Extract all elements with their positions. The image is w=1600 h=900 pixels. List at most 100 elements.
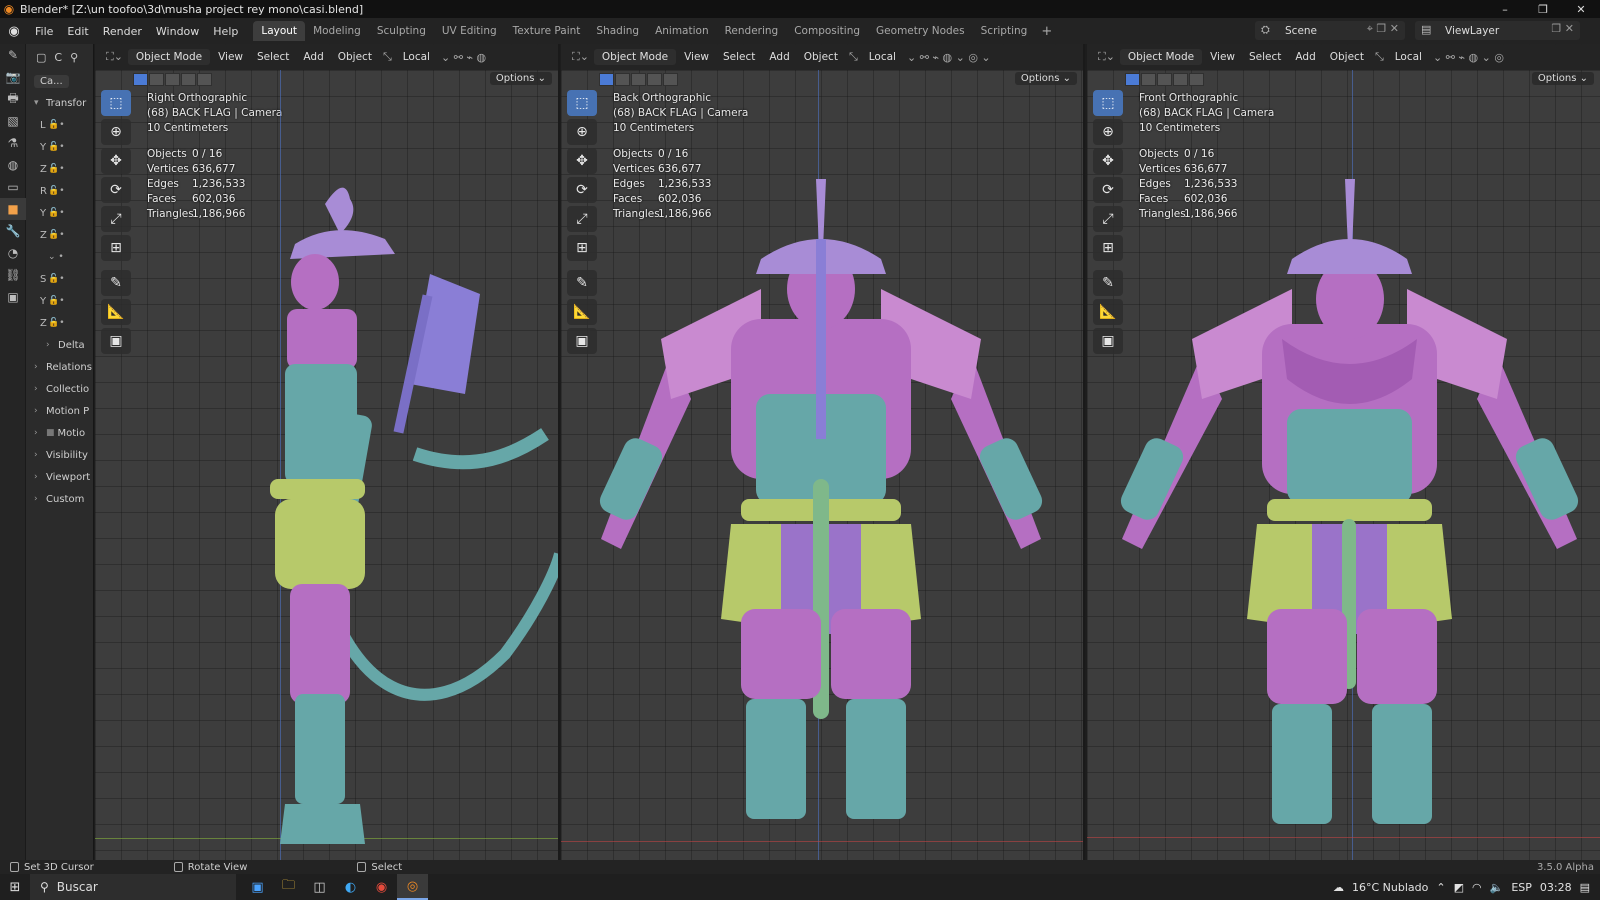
menu-window[interactable]: Window [149, 25, 206, 38]
rotation-y-row[interactable]: Y 🔓• [26, 202, 93, 224]
view-layer-add-icon[interactable]: ❐ ✕ [1551, 22, 1574, 35]
blender-taskbar-icon[interactable]: ◎ [397, 874, 428, 900]
tab-layout[interactable]: Layout [253, 21, 306, 41]
select-invert-icon[interactable] [181, 73, 196, 86]
select-invert-icon[interactable] [1173, 73, 1188, 86]
menu-render[interactable]: Render [96, 25, 149, 38]
select-box-tool-icon[interactable]: ⬚ [567, 90, 597, 116]
output-tab-icon[interactable]: 🖶 [0, 88, 26, 110]
add-cube-tool-icon[interactable]: ▣ [101, 328, 131, 354]
options-dropdown[interactable]: Options ⌄ [1014, 72, 1077, 85]
selection-mode-buttons[interactable] [133, 73, 212, 87]
lock-icon[interactable]: 🔓• [48, 120, 65, 130]
custom-properties-section[interactable]: › Custom [26, 488, 93, 510]
select-intersect-icon[interactable] [1189, 73, 1204, 86]
rotate-tool-icon[interactable]: ⟳ [101, 177, 131, 203]
location-y-row[interactable]: Y 🔓• [26, 136, 93, 158]
scale-tool-icon[interactable]: ⤢ [101, 206, 131, 232]
object-name-field[interactable]: Ca... [34, 74, 69, 88]
snap-icon[interactable]: ⌄ ⚯ ⌁ ◍ ⌄ ◎ ⌄ [904, 51, 994, 64]
data-tab-icon[interactable]: ▣ [0, 286, 26, 308]
chevron-up-icon[interactable]: ⌃ [1436, 881, 1445, 894]
selection-mode-buttons[interactable] [1125, 73, 1204, 87]
select-extend-icon[interactable] [1141, 73, 1156, 86]
measure-tool-icon[interactable]: 📐 [101, 299, 131, 325]
select-new-icon[interactable] [599, 73, 614, 86]
clock[interactable]: 03:28 [1540, 881, 1572, 894]
select-box-tool-icon[interactable]: ⬚ [101, 90, 131, 116]
scene-selector[interactable]: ⛭ Scene ⌖ ❐ ✕ [1255, 21, 1405, 40]
notifications-icon[interactable]: ▤ [1580, 881, 1590, 894]
object-tab-icon[interactable]: ■ [0, 198, 26, 220]
cursor-tool-icon[interactable]: ⊕ [101, 119, 131, 145]
object-name-row[interactable]: Ca... [26, 70, 93, 92]
view-menu[interactable]: View [678, 51, 715, 63]
maximize-button[interactable]: ❐ [1524, 0, 1562, 18]
lock-icon[interactable]: 🔓• [48, 318, 65, 328]
store-icon[interactable]: ◫ [304, 874, 335, 900]
lock-icon[interactable]: 🔓• [48, 208, 65, 218]
select-intersect-icon[interactable] [197, 73, 212, 86]
viewport-right[interactable]: ⛶⌄ Object Mode View Select Add Object ⤡ … [95, 44, 560, 860]
tool-tab-icon[interactable]: ✎ [0, 44, 26, 66]
mode-dropdown[interactable]: Object Mode [127, 49, 211, 65]
lock-icon[interactable]: 🔓• [48, 296, 65, 306]
scale-x-row[interactable]: S 🔓• [26, 268, 93, 290]
tab-sculpting[interactable]: Sculpting [369, 21, 434, 41]
select-invert-icon[interactable] [647, 73, 662, 86]
chrome-browser-icon[interactable]: ◉ [366, 874, 397, 900]
windows-start-icon[interactable]: ⊞ [0, 880, 30, 895]
relations-section[interactable]: › Relations [26, 356, 93, 378]
snap-icon[interactable]: ⌄ ⚯ ⌁ ◍ ⌄ ◎ [1430, 51, 1507, 64]
select-menu[interactable]: Select [251, 51, 295, 63]
transform-orientation-icon[interactable]: ⤡ [1372, 50, 1387, 64]
pin-icon[interactable]: ⚲ [70, 51, 78, 64]
tab-uv-editing[interactable]: UV Editing [434, 21, 505, 41]
view-layer-selector[interactable]: ▤ ViewLayer ❐ ✕ [1415, 21, 1580, 40]
modifier-tab-icon[interactable]: 🔧 [0, 220, 26, 242]
samurai-back-view-model[interactable] [561, 139, 1085, 859]
location-z-row[interactable]: Z 🔓• [26, 158, 93, 180]
delta-transform-section[interactable]: › Delta [26, 334, 93, 356]
select-menu[interactable]: Select [717, 51, 761, 63]
view-menu[interactable]: View [212, 51, 249, 63]
visibility-section[interactable]: › Visibility [26, 444, 93, 466]
snap-icon[interactable]: ⌄ ⚯ ⌁ ◍ [438, 51, 489, 64]
dropdown-icon[interactable]: ⌄ • [48, 252, 64, 262]
select-intersect-icon[interactable] [663, 73, 678, 86]
select-subtract-icon[interactable] [631, 73, 646, 86]
motion-paths-section[interactable]: › Motion P [26, 400, 93, 422]
add-workspace-button[interactable]: + [1035, 24, 1058, 39]
tab-geometry-nodes[interactable]: Geometry Nodes [868, 21, 973, 41]
select-new-icon[interactable] [1125, 73, 1140, 86]
add-menu[interactable]: Add [763, 51, 795, 63]
annotate-tool-icon[interactable]: ✎ [101, 270, 131, 296]
view-menu[interactable]: View [1204, 51, 1241, 63]
collections-section[interactable]: › Collectio [26, 378, 93, 400]
network-icon[interactable]: ◩ [1454, 881, 1464, 894]
select-menu[interactable]: Select [1243, 51, 1287, 63]
transform-orientation-icon[interactable]: ⤡ [380, 50, 395, 64]
motion-blur-section[interactable]: › ■ Motio [26, 422, 93, 444]
tab-scripting[interactable]: Scripting [973, 21, 1036, 41]
world-tab-icon[interactable]: ◍ [0, 154, 26, 176]
lock-icon[interactable]: 🔓• [48, 186, 65, 196]
viewport-front[interactable]: ⛶⌄ Object Mode View Select Add Object ⤡ … [1087, 44, 1600, 860]
move-tool-icon[interactable]: ✥ [101, 148, 131, 174]
rotation-z-row[interactable]: Z 🔓• [26, 224, 93, 246]
tab-texture-paint[interactable]: Texture Paint [505, 21, 589, 41]
scale-y-row[interactable]: Y 🔓• [26, 290, 93, 312]
edge-browser-icon[interactable]: ◐ [335, 874, 366, 900]
menu-edit[interactable]: Edit [60, 25, 95, 38]
minimize-button[interactable]: – [1486, 0, 1524, 18]
options-dropdown[interactable]: Options ⌄ [1531, 72, 1594, 85]
render-tab-icon[interactable]: 📷 [0, 66, 26, 88]
samurai-front-view-model[interactable] [1087, 139, 1600, 859]
view-layer-tab-icon[interactable]: ▧ [0, 110, 26, 132]
object-menu[interactable]: Object [332, 51, 378, 63]
add-menu[interactable]: Add [297, 51, 329, 63]
menu-file[interactable]: File [28, 25, 60, 38]
orientation-dropdown[interactable]: Local [1389, 51, 1428, 63]
select-new-icon[interactable] [133, 73, 148, 86]
viewport-back[interactable]: ⛶⌄ Object Mode View Select Add Object ⤡ … [561, 44, 1085, 860]
